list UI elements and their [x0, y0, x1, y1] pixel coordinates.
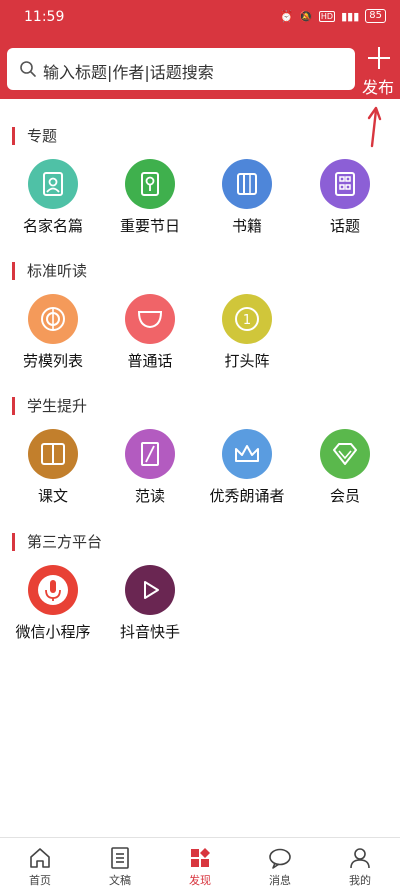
plus-icon [368, 47, 390, 69]
search-input[interactable]: 输入标题|作者|话题搜索 [7, 48, 355, 90]
app-header: 11:59 ⏰ 🔕 HD ▮▮▮ 85 输入标题|作者|话题搜索 发布 [0, 0, 400, 99]
signal-icon: ▮▮▮ [341, 9, 360, 23]
tile-label: 重要节日 [119, 217, 180, 235]
tile-model-reading[interactable]: 范读 [100, 429, 200, 506]
bottom-tab-bar: 首页 文稿 发现 消息 我的 [0, 837, 400, 889]
section-title-standard-reading: 标准听读 [12, 262, 87, 280]
tile-label: 普通话 [127, 352, 173, 370]
tile-label: 书籍 [231, 217, 262, 235]
diamond-icon [320, 429, 370, 479]
tab-label: 我的 [349, 874, 371, 887]
arrow-up-icon [367, 106, 382, 148]
coin-icon: 1 [222, 294, 272, 344]
tile-textbook[interactable]: 课文 [3, 429, 103, 506]
pen-icon [125, 429, 175, 479]
tile-festivals[interactable]: 重要节日 [100, 159, 200, 236]
tile-vanguard[interactable]: 1 打头阵 [197, 294, 297, 371]
tile-wechat-miniprogram[interactable]: 微信小程序 [3, 565, 103, 642]
search-icon [20, 61, 36, 77]
status-time: 11:59 [24, 9, 65, 25]
tab-label: 消息 [269, 874, 291, 887]
book-icon [222, 159, 272, 209]
tile-douyin-kuaishou[interactable]: 抖音快手 [100, 565, 200, 642]
section-title-third-party: 第三方平台 [12, 533, 102, 551]
target-icon [28, 294, 78, 344]
tile-mandarin[interactable]: 普通话 [100, 294, 200, 371]
publish-label: 发布 [361, 78, 394, 97]
message-icon [269, 848, 291, 869]
bowl-icon [125, 294, 175, 344]
tile-label: 微信小程序 [15, 623, 91, 641]
tile-excellent-reciters[interactable]: 优秀朗诵者 [197, 429, 297, 506]
tab-label: 文稿 [109, 874, 131, 887]
document-icon [111, 847, 129, 869]
section-title-student-improvement: 学生提升 [12, 397, 87, 415]
home-icon [30, 848, 50, 868]
mute-icon: 🔕 [299, 9, 313, 23]
open-book-icon [28, 429, 78, 479]
alarm-icon: ⏰ [279, 9, 294, 23]
tab-discover[interactable]: 发现 [160, 838, 240, 889]
tile-label: 劳模列表 [22, 352, 83, 370]
tile-label: 打头阵 [224, 352, 270, 370]
profile-icon [350, 848, 370, 869]
tile-label: 优秀朗诵者 [209, 487, 285, 505]
play-icon [125, 565, 175, 615]
tile-label: 会员 [329, 487, 360, 505]
publish-button[interactable]: 发布 [358, 46, 398, 97]
tile-famous-works[interactable]: 名家名篇 [3, 159, 103, 236]
grid-icon [320, 159, 370, 209]
discover-icon [191, 848, 210, 867]
tab-home[interactable]: 首页 [0, 838, 80, 889]
tile-books[interactable]: 书籍 [197, 159, 297, 236]
hd-icon: HD [318, 10, 336, 22]
tile-topics[interactable]: 话题 [295, 159, 395, 236]
svg-text:1: 1 [243, 313, 251, 328]
status-icons: ⏰ 🔕 HD ▮▮▮ 85 [279, 9, 386, 23]
tab-label: 首页 [29, 874, 51, 887]
tab-profile[interactable]: 我的 [320, 838, 400, 889]
tab-messages[interactable]: 消息 [240, 838, 320, 889]
crown-icon [222, 429, 272, 479]
tab-label: 发现 [189, 874, 211, 887]
tile-label: 话题 [329, 217, 360, 235]
microphone-icon [28, 565, 78, 615]
status-bar: 11:59 ⏰ 🔕 HD ▮▮▮ 85 [0, 0, 400, 36]
tile-model-workers[interactable]: 劳模列表 [3, 294, 103, 371]
lantern-icon [125, 159, 175, 209]
portrait-icon [28, 159, 78, 209]
search-placeholder: 输入标题|作者|话题搜索 [43, 63, 214, 82]
tab-documents[interactable]: 文稿 [80, 838, 160, 889]
tile-label: 名家名篇 [22, 217, 83, 235]
battery-indicator: 85 [365, 9, 386, 23]
section-title-topics: 专题 [12, 127, 57, 145]
tile-label: 抖音快手 [119, 623, 180, 641]
tile-label: 课文 [37, 487, 68, 505]
tile-membership[interactable]: 会员 [295, 429, 395, 506]
tile-label: 范读 [134, 487, 165, 505]
